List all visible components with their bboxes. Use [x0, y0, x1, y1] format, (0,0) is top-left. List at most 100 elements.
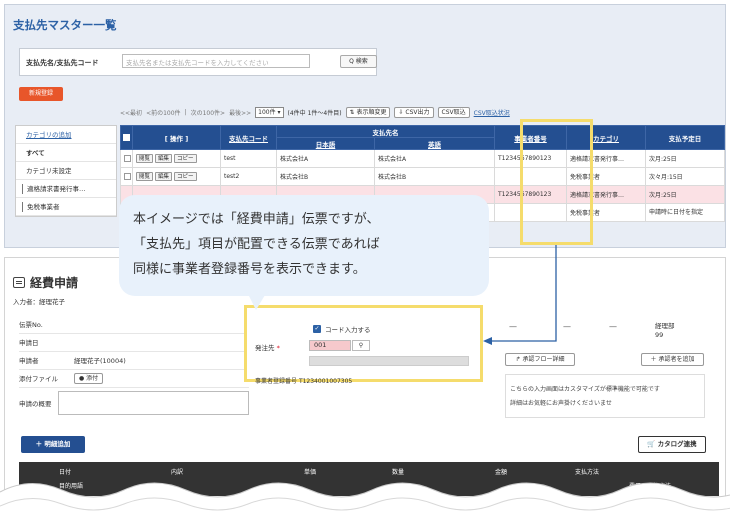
csv-export-button[interactable]: ⇩ CSV出力 — [394, 107, 434, 118]
row-checkbox-cell[interactable] — [120, 149, 133, 168]
cell-code: test — [220, 149, 277, 168]
dash-2: — — [563, 322, 571, 331]
catalog-label: カタログ連携 — [657, 440, 697, 448]
sidebar-item-qualified-issuer[interactable]: 適格請求書発行事… — [16, 180, 116, 198]
form-fields: 伝票No. 申請日 申請者 経理花子(10004) 添付ファイル ● 添付 申請… — [19, 316, 249, 418]
payee-label-text: 発注先 — [255, 344, 275, 352]
code-input-label: コード入力する — [325, 326, 371, 334]
department-name: 経理部 — [655, 322, 675, 330]
attach-button-label: 添付 — [86, 375, 99, 382]
sidebar-item-tax-exempt[interactable]: 免税事業者 — [16, 198, 116, 216]
cell-code: test2 — [220, 167, 277, 186]
torn-edge-decoration — [0, 482, 730, 525]
department-info: 経理部 99 — [655, 322, 675, 340]
form-row-attachment: 添付ファイル ● 添付 — [19, 370, 249, 388]
applicant-label: 申請者 — [19, 357, 39, 365]
due-header: 支払予定日 — [645, 125, 725, 150]
search-icon[interactable]: ⚲ — [352, 340, 370, 351]
callout-line-3: 同様に事業者登録番号を表示できます。 — [133, 262, 366, 277]
cell-due: 次月:25日 — [645, 185, 725, 204]
memo-textarea[interactable] — [58, 391, 249, 415]
department-code: 99 — [655, 331, 664, 339]
search-bar: 支払先名/支払先コード 支払先名または支払先コードを入力してください Q 検索 — [19, 48, 377, 76]
cell-due: 次々月:15日 — [645, 167, 725, 186]
row-checkbox[interactable] — [124, 155, 131, 162]
table-row: 閲覧 編集 コピー test2 株式会社B 株式会社B 免税事業者 次々月:15日 — [120, 167, 725, 186]
code-header[interactable]: 支払先コード — [220, 125, 277, 150]
form-row-applicant: 申請者 経理花子(10004) — [19, 352, 249, 370]
row-checkbox-cell[interactable] — [120, 167, 133, 186]
customize-note: こちらの入力画面はカスタマイズが標準機能で可能です 詳細はお気軽にお声掛けくださ… — [505, 374, 705, 418]
registration-number-value: T1234001007305 — [298, 378, 353, 385]
document-icon — [13, 277, 25, 288]
memo-label: 申請の概要 — [19, 400, 52, 408]
payee-code-input[interactable]: 001 — [309, 340, 351, 351]
sidebar-item-add-category[interactable]: カテゴリの追加 — [16, 126, 116, 144]
pager-last[interactable]: 最後>> — [229, 108, 251, 117]
attach-button[interactable]: ● 添付 — [74, 373, 104, 384]
csv-import-status-link[interactable]: CSV取込状況 — [474, 108, 510, 117]
add-approver-button[interactable]: ＋ 承認者を追加 — [641, 353, 704, 366]
edit-button[interactable]: 編集 — [155, 172, 173, 181]
pager-sep: | — [184, 109, 187, 116]
callout-line-2: 「支払先」項目が配置できる伝票であれば — [133, 237, 380, 252]
form-row-memo: 申請の概要 — [19, 388, 249, 418]
row-ops: 閲覧 編集 コピー — [132, 167, 221, 186]
new-register-button[interactable]: 新規登録 — [19, 87, 63, 101]
callout-line-1: 本イメージでは「経費申請」伝票ですが、 — [133, 212, 380, 227]
checkbox-checked-icon[interactable]: ✓ — [313, 325, 321, 333]
copy-button[interactable]: コピー — [174, 154, 197, 163]
row-ops: 閲覧 編集 コピー — [132, 149, 221, 168]
cell-name-en: 株式会社A — [374, 149, 495, 168]
search-button[interactable]: Q 検索 — [340, 55, 377, 68]
sidebar-item-all[interactable]: すべて — [16, 144, 116, 162]
edit-button[interactable]: 編集 — [155, 154, 173, 163]
registration-number-row: 事業者登録番号 T1234001007305 — [255, 376, 352, 385]
page-title: 支払先マスター一覧 — [13, 18, 117, 32]
csv-import-button[interactable]: CSV取込 — [437, 107, 470, 118]
registration-number-label: 事業者登録番号 — [255, 378, 298, 385]
view-button[interactable]: 閲覧 — [136, 172, 154, 181]
applicant-value: 経理花子(10004) — [74, 357, 126, 365]
search-label: 支払先名/支払先コード — [26, 59, 99, 67]
code-input-toggle[interactable]: ✓ コード入力する — [313, 324, 371, 334]
per-page-select[interactable]: 100件 ▾ — [255, 107, 284, 118]
ops-header: [ 操作 ] — [132, 125, 221, 150]
pager-next[interactable]: 次の100件> — [191, 108, 225, 117]
catalog-link-button[interactable]: 🛒 カタログ連携 — [638, 436, 706, 453]
voucher-no-label: 伝票No. — [19, 321, 43, 329]
inputter-text: 入力者：経理花子 — [13, 298, 65, 306]
apply-date-label: 申請日 — [19, 339, 39, 347]
note-line-2: 詳細はお気軽にお声掛けくださいませ — [510, 400, 612, 407]
select-all-header[interactable] — [120, 125, 133, 150]
cell-name-ja: 株式会社B — [276, 167, 375, 186]
form-row-voucher-no: 伝票No. — [19, 316, 249, 334]
payee-name-display — [309, 356, 469, 366]
cell-due: 次月:25日 — [645, 149, 725, 168]
copy-button[interactable]: コピー — [174, 172, 197, 181]
search-input[interactable]: 支払先名または支払先コードを入力してください — [122, 54, 310, 68]
form-title: 経費申請 — [13, 274, 78, 291]
name-header: 支払先名 — [276, 125, 495, 138]
add-detail-button[interactable]: ＋ 明細追加 — [21, 436, 85, 453]
pager: <<最初 <前の100件 | 次の100件> 最後>> 100件 ▾ (4件中 … — [120, 107, 510, 118]
payee-field-highlight: ✓ コード入力する 発注先 * 001 ⚲ 事業者登録番号 T123400100… — [244, 305, 483, 385]
cell-name-ja: 株式会社A — [276, 149, 375, 168]
select-all-checkbox[interactable] — [123, 134, 130, 141]
cell-name-en: 株式会社B — [374, 167, 495, 186]
pager-prev[interactable]: <前の100件 — [146, 108, 180, 117]
row-checkbox[interactable] — [124, 173, 131, 180]
name-ja-header[interactable]: 日本語 — [276, 137, 375, 150]
form-row-apply-date: 申請日 — [19, 334, 249, 352]
view-button[interactable]: 閲覧 — [136, 154, 154, 163]
approval-flow-button[interactable]: ↱ 承認フロー詳細 — [505, 353, 575, 366]
sort-order-button[interactable]: ⇅ 表示順変更 — [345, 107, 391, 118]
table-row: 閲覧 編集 コピー test 株式会社A 株式会社A T1234567890123 … — [120, 149, 725, 168]
pager-first[interactable]: <<最初 — [120, 108, 142, 117]
name-en-header[interactable]: 英語 — [374, 137, 495, 150]
dash-3: — — [609, 322, 617, 331]
sidebar-item-uncategorized[interactable]: カテゴリ未設定 — [16, 162, 116, 180]
dash-1: — — [509, 322, 517, 331]
required-mark: * — [276, 344, 280, 352]
note-line-1: こちらの入力画面はカスタマイズが標準機能で可能です — [510, 386, 660, 393]
